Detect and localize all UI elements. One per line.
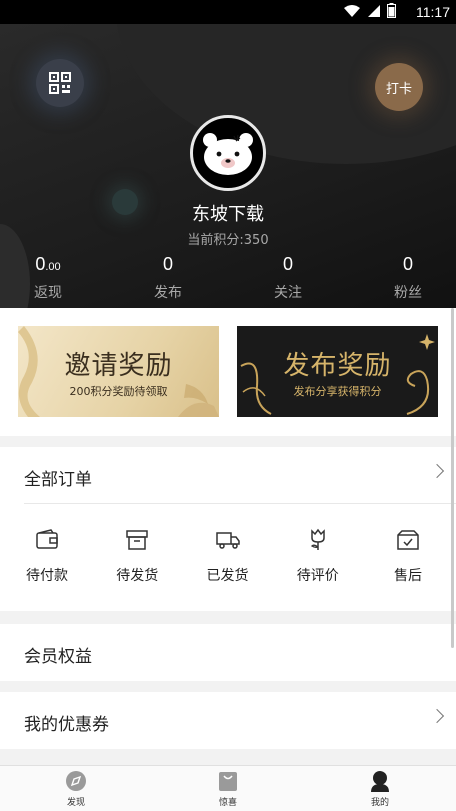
stats-row: 0.00 返现 0 发布 0 关注 0 粉丝 (0, 254, 456, 302)
stat-value-main: 0 (282, 254, 293, 274)
stat-published-value: 0 (146, 254, 190, 278)
order-pending-shipment[interactable]: 待发货 (94, 527, 180, 585)
polar-bear-avatar-icon (203, 133, 253, 175)
order-shipped-label: 已发货 (206, 568, 249, 584)
signal-icon (368, 4, 380, 17)
points-text: 当前积分:350 (187, 233, 269, 248)
order-pending-shipment-label: 待发货 (116, 568, 159, 584)
checkin-button[interactable]: 打卡 (375, 63, 423, 111)
chevron-right-icon (429, 463, 445, 479)
bottom-tab-bar: 发现 惊喜 我的 (0, 765, 456, 811)
battery-icon (387, 3, 396, 18)
order-after-sales[interactable]: 售后 (365, 527, 451, 585)
stat-value-main: 0 (162, 254, 173, 274)
order-pending-review[interactable]: 待评价 (275, 527, 361, 585)
wifi-icon (344, 4, 360, 17)
tab-mine[interactable]: 我的 (304, 766, 456, 811)
order-status-row: 待付款 待发货 已发货 待评价 售后 (0, 527, 456, 585)
shopping-bag-icon (152, 770, 304, 792)
stat-value-main: 0 (402, 254, 413, 274)
flower-icon (275, 527, 361, 553)
all-orders-title: 全部订单 (24, 470, 92, 490)
stat-value-decimal: .00 (45, 261, 61, 273)
tab-discover[interactable]: 发现 (0, 766, 152, 811)
stat-cashback-label: 返现 (34, 285, 62, 301)
stat-following-label: 关注 (274, 285, 302, 301)
publish-reward-title: 发布奖励 (283, 351, 392, 381)
tab-discover-label: 发现 (66, 798, 85, 808)
stat-following[interactable]: 0 关注 (266, 254, 310, 302)
invite-reward-subtitle: 200积分奖励待领取 (69, 385, 168, 398)
order-pending-payment-label: 待付款 (26, 568, 68, 584)
publish-reward-subtitle: 发布分享获得积分 (293, 385, 382, 398)
order-shipped[interactable]: 已发货 (185, 527, 271, 585)
status-bar: 11:17 (0, 0, 456, 24)
tab-surprise[interactable]: 惊喜 (152, 766, 304, 811)
user-icon (304, 770, 456, 792)
truck-icon (185, 527, 271, 553)
qr-code-icon (49, 72, 71, 94)
orders-section: 全部订单 待付款 待发货 已发货 待评价 售后 (0, 447, 456, 611)
stat-published[interactable]: 0 发布 (146, 254, 190, 302)
wallet-icon (4, 527, 90, 553)
chevron-right-icon (429, 708, 445, 724)
scrollbar[interactable] (451, 308, 454, 648)
stat-cashback[interactable]: 0.00 返现 (26, 254, 70, 302)
tab-surprise-label: 惊喜 (218, 798, 237, 808)
my-coupons-title: 我的优惠券 (24, 715, 109, 735)
member-benefits-title: 会员权益 (24, 647, 92, 667)
qr-code-button[interactable] (36, 59, 84, 107)
member-benefits-row[interactable]: 会员权益 (0, 624, 456, 681)
compass-icon (0, 770, 152, 792)
stat-following-value: 0 (266, 254, 310, 278)
stat-cashback-value: 0.00 (26, 254, 70, 278)
stat-followers[interactable]: 0 粉丝 (386, 254, 430, 302)
divider (24, 503, 456, 504)
banner-section: 邀请奖励 200积分奖励待领取 发布奖励 发布分享获得积分 (0, 308, 456, 436)
invite-reward-banner[interactable]: 邀请奖励 200积分奖励待领取 (18, 326, 219, 417)
stat-value-main: 0 (35, 254, 46, 274)
publish-reward-banner[interactable]: 发布奖励 发布分享获得积分 (237, 326, 438, 417)
stat-followers-label: 粉丝 (394, 285, 422, 301)
my-coupons-row[interactable]: 我的优惠券 (0, 692, 456, 749)
status-icons (343, 3, 396, 18)
order-pending-payment[interactable]: 待付款 (4, 527, 90, 585)
tab-mine-label: 我的 (370, 798, 389, 808)
status-time: 11:17 (416, 4, 450, 20)
invite-reward-title: 邀请奖励 (64, 351, 173, 381)
box-icon (94, 527, 180, 553)
avatar[interactable] (190, 115, 266, 191)
profile-header: 打卡 东坡下载 当前积分:350 0.00 返现 0 发布 0 关注 0 粉丝 (0, 24, 456, 308)
order-pending-review-label: 待评价 (296, 568, 339, 584)
order-after-sales-label: 售后 (394, 568, 422, 584)
all-orders-row[interactable]: 全部订单 (0, 447, 456, 503)
package-check-icon (365, 527, 451, 553)
username: 东坡下载 (192, 204, 264, 225)
stat-followers-value: 0 (386, 254, 430, 278)
stat-published-label: 发布 (154, 285, 182, 301)
